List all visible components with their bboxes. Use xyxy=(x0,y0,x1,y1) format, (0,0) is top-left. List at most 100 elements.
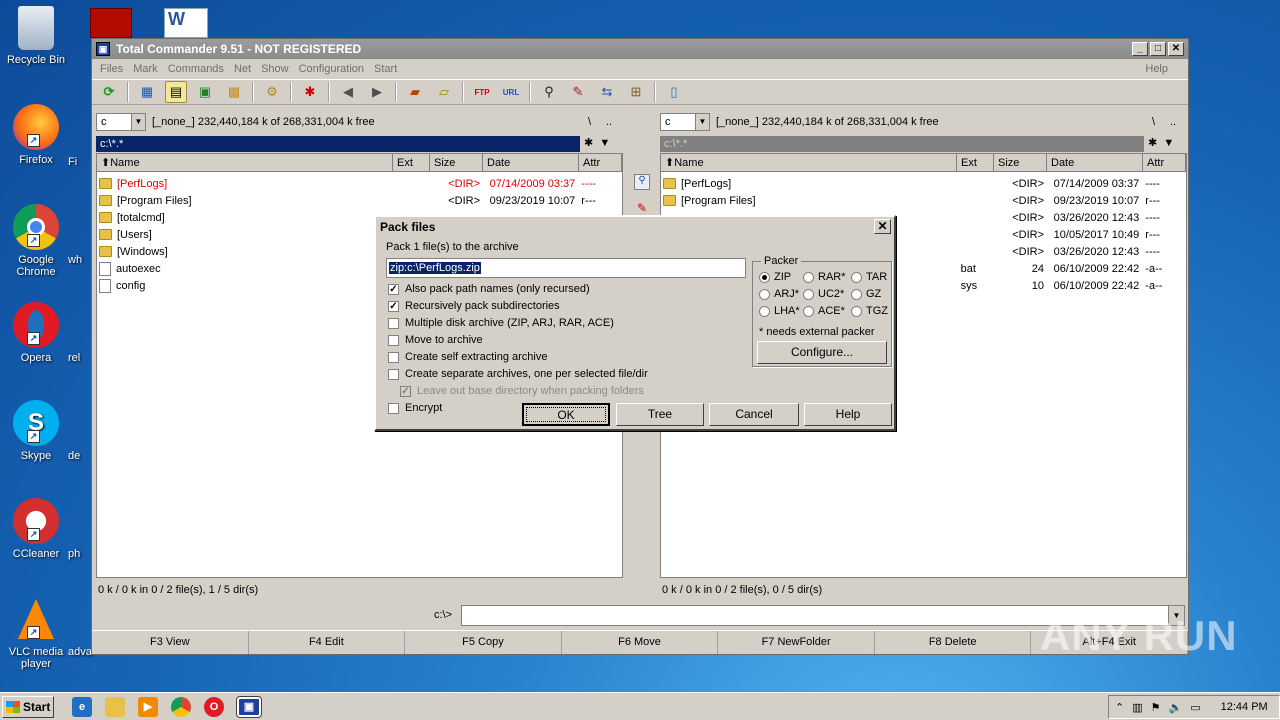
back-arrow-icon[interactable]: ◀ xyxy=(337,81,359,103)
minimize-button[interactable]: _ xyxy=(1132,42,1148,56)
configure-button[interactable]: Configure... xyxy=(757,341,887,364)
file-row[interactable]: [PerfLogs] <DIR> 07/14/2009 03:37 ---- xyxy=(99,175,620,192)
pack-icon[interactable]: ▰ xyxy=(404,81,426,103)
file-row[interactable]: [Program Files] <DIR> 09/23/2019 10:07 r--- xyxy=(99,192,620,209)
file-row[interactable]: [PerfLogs] <DIR> 07/14/2009 03:37 ---- xyxy=(663,175,1184,192)
help-button[interactable]: Help xyxy=(804,403,892,426)
forward-arrow-icon[interactable]: ▶ xyxy=(366,81,388,103)
search-binoculars-icon[interactable]: ⚲ xyxy=(538,81,560,103)
sync-dirs-icon[interactable]: ⇆ xyxy=(596,81,618,103)
right-up-button[interactable]: .. xyxy=(1170,116,1176,128)
network-icon[interactable]: ▥ xyxy=(1132,701,1142,714)
menu-show[interactable]: Show xyxy=(261,63,289,75)
menu-net[interactable]: Net xyxy=(234,63,251,75)
clock[interactable]: 12:44 PM xyxy=(1221,701,1268,713)
brief-view-icon[interactable]: ▦ xyxy=(136,81,158,103)
compare-icon[interactable]: ⊞ xyxy=(625,81,647,103)
col-ext[interactable]: Ext xyxy=(393,154,430,172)
checkbox[interactable] xyxy=(388,351,399,363)
skype-desktop-icon[interactable]: S ↗ Skype xyxy=(0,400,72,462)
col-date[interactable]: Date xyxy=(483,154,579,172)
col-ext[interactable]: Ext xyxy=(957,154,994,172)
ie-taskbar-icon[interactable]: e xyxy=(72,696,92,717)
right-root-button[interactable]: \ xyxy=(1152,116,1155,128)
col-size[interactable]: Size xyxy=(994,154,1047,172)
checkbox[interactable]: ✓ xyxy=(388,300,399,312)
packer-lha-radio[interactable]: LHA* xyxy=(759,305,800,317)
option-pack-path-names[interactable]: ✓ Also pack path names (only recursed) xyxy=(388,283,590,295)
col-name[interactable]: ⬆Name xyxy=(661,154,957,172)
flag-icon[interactable]: ⚑ xyxy=(1151,701,1161,714)
vlc-desktop-icon[interactable]: ↗ VLC media player xyxy=(0,596,72,670)
packer-arj-radio[interactable]: ARJ* xyxy=(759,288,799,300)
menu-commands[interactable]: Commands xyxy=(168,63,224,75)
left-up-button[interactable]: .. xyxy=(606,116,612,128)
option-move-to-archive[interactable]: Move to archive xyxy=(388,334,483,346)
display-icon[interactable]: ▭ xyxy=(1190,701,1200,714)
tree-view-icon[interactable]: ▩ xyxy=(223,81,245,103)
option-encrypt[interactable]: Encrypt xyxy=(388,402,442,414)
ok-button[interactable]: OK xyxy=(522,403,610,426)
ftp-icon[interactable]: FTP xyxy=(471,81,493,103)
packer-zip-radio[interactable]: ZIP xyxy=(759,271,791,283)
cancel-button[interactable]: Cancel xyxy=(709,403,799,426)
view-icon[interactable]: ⚲ xyxy=(634,174,650,190)
chrome-taskbar-icon[interactable] xyxy=(171,696,191,717)
checkbox[interactable] xyxy=(388,368,399,380)
opera-desktop-icon[interactable]: ↗ Opera xyxy=(0,302,72,364)
packer-rar-radio[interactable]: RAR* xyxy=(803,271,846,283)
select-icon[interactable]: ✱ xyxy=(299,81,321,103)
col-attr[interactable]: Attr xyxy=(1143,154,1186,172)
ccleaner-desktop-icon[interactable]: ↗ CCleaner xyxy=(0,498,72,560)
firefox-desktop-icon[interactable]: ↗ Firefox xyxy=(0,104,72,166)
col-attr[interactable]: Attr xyxy=(579,154,622,172)
menu-mark[interactable]: Mark xyxy=(133,63,157,75)
total-commander-taskbar-icon[interactable]: ▣ xyxy=(236,695,262,718)
tree-button[interactable]: Tree xyxy=(616,403,704,426)
checkbox[interactable] xyxy=(388,402,399,414)
checkbox[interactable] xyxy=(388,317,399,329)
menu-configuration[interactable]: Configuration xyxy=(299,63,364,75)
unpack-icon[interactable]: ▱ xyxy=(433,81,455,103)
f6-move-button[interactable]: F6 Move xyxy=(562,631,719,654)
left-history-icon[interactable]: ✱ ▼ xyxy=(584,136,610,149)
packer-gz-radio[interactable]: GZ xyxy=(851,288,881,300)
maximize-button[interactable]: □ xyxy=(1150,42,1166,56)
left-path-bar[interactable]: c:\*.* xyxy=(96,136,580,152)
thumbnails-icon[interactable]: ▣ xyxy=(194,81,216,103)
start-button[interactable]: Start xyxy=(2,695,54,718)
file-row[interactable]: [Program Files] <DIR> 09/23/2019 10:07 r--- xyxy=(663,192,1184,209)
invert-selection-icon[interactable]: ⚙ xyxy=(261,81,283,103)
chrome-desktop-icon[interactable]: ↗ Google Chrome xyxy=(0,204,72,278)
full-view-icon[interactable]: ▤ xyxy=(165,81,187,103)
checkbox[interactable]: ✓ xyxy=(388,283,399,295)
f3-view-button[interactable]: F3 View xyxy=(92,631,249,654)
right-history-icon[interactable]: ✱ ▼ xyxy=(1148,136,1174,149)
left-drive-select[interactable]: c ▼ xyxy=(96,113,146,131)
menu-files[interactable]: Files xyxy=(100,63,123,75)
option-separate-archives[interactable]: Create separate archives, one per select… xyxy=(388,368,648,380)
right-drive-select[interactable]: c ▼ xyxy=(660,113,710,131)
f5-copy-button[interactable]: F5 Copy xyxy=(405,631,562,654)
f7-newfolder-button[interactable]: F7 NewFolder xyxy=(718,631,875,654)
word-desktop-icon[interactable]: W xyxy=(164,8,208,38)
f4-edit-button[interactable]: F4 Edit xyxy=(249,631,406,654)
refresh-icon[interactable]: ⟳ xyxy=(98,81,120,103)
option-recursive[interactable]: ✓ Recursively pack subdirectories xyxy=(388,300,560,312)
close-button[interactable]: ✕ xyxy=(1168,42,1184,56)
recycle-bin-desktop-icon[interactable]: Recycle Bin xyxy=(0,6,72,66)
menu-help[interactable]: Help xyxy=(1145,63,1168,75)
multi-rename-icon[interactable]: ✎ xyxy=(567,81,589,103)
tray-arrow-icon[interactable]: ⌃ xyxy=(1115,701,1124,714)
url-icon[interactable]: URL xyxy=(500,81,522,103)
menu-start[interactable]: Start xyxy=(374,63,397,75)
volume-icon[interactable]: 🔈 xyxy=(1169,701,1183,714)
option-self-extracting[interactable]: Create self extracting archive xyxy=(388,351,547,363)
f8-delete-button[interactable]: F8 Delete xyxy=(875,631,1032,654)
right-path-bar[interactable]: c:\*.* xyxy=(660,136,1144,152)
packer-ace-radio[interactable]: ACE* xyxy=(803,305,845,317)
checkbox[interactable] xyxy=(388,334,399,346)
col-size[interactable]: Size xyxy=(430,154,483,172)
title-bar[interactable]: ▣ Total Commander 9.51 - NOT REGISTERED … xyxy=(92,39,1188,59)
packer-uc2-radio[interactable]: UC2* xyxy=(803,288,844,300)
